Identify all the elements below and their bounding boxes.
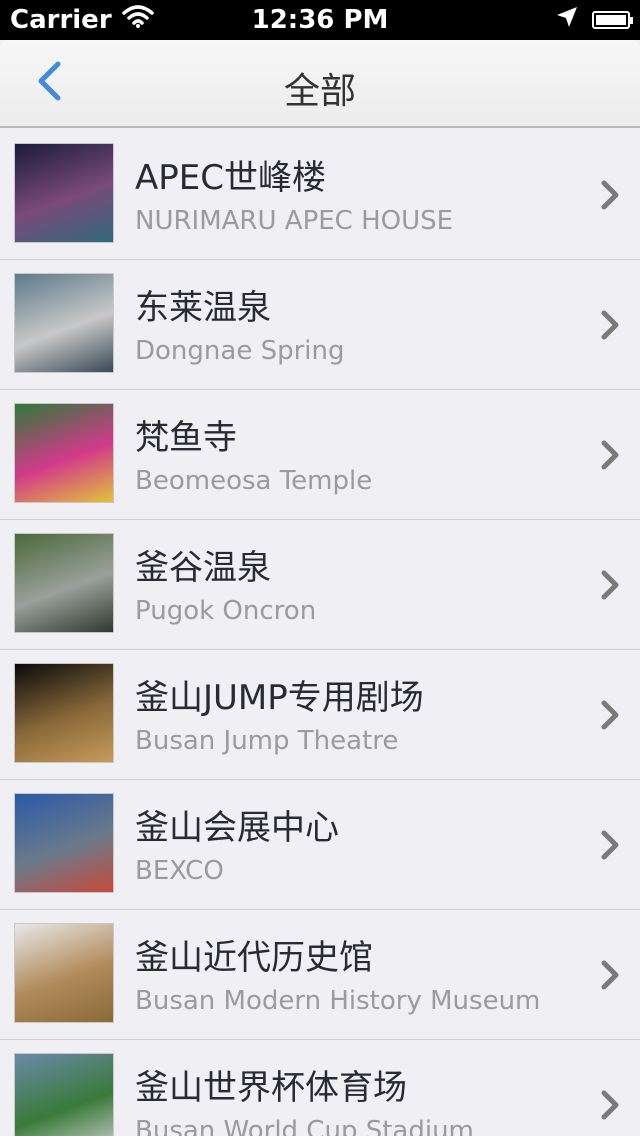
chevron-right-icon <box>596 178 624 212</box>
item-subtitle: BEXCO <box>135 856 224 886</box>
wifi-icon <box>121 4 154 36</box>
item-subtitle: Busan Jump Theatre <box>135 726 399 756</box>
battery-icon <box>592 11 633 29</box>
navigation-bar: 全部 <box>0 40 640 128</box>
item-subtitle: Pugok Oncron <box>135 596 317 626</box>
item-title: 釜山世界杯体育场 <box>135 1068 407 1108</box>
status-right <box>556 5 633 35</box>
item-title: 釜山JUMP专用剧场 <box>135 678 424 718</box>
chevron-right-icon <box>596 568 624 602</box>
item-subtitle: Busan Modern History Museum <box>135 986 541 1016</box>
thumbnail-image <box>14 143 114 243</box>
list-item[interactable]: 东莱温泉 Dongnae Spring <box>0 260 640 390</box>
list-item[interactable]: 梵鱼寺 Beomeosa Temple <box>0 390 640 520</box>
item-title: APEC世峰楼 <box>135 158 326 198</box>
list-item[interactable]: 釜山近代历史馆 Busan Modern History Museum <box>0 910 640 1040</box>
thumbnail-image <box>14 793 114 893</box>
thumbnail-image <box>14 533 114 633</box>
location-arrow-icon <box>556 5 578 35</box>
status-bar: Carrier 12:36 PM <box>0 0 640 40</box>
thumbnail-image <box>14 923 114 1023</box>
attraction-list: APEC世峰楼 NURIMARU APEC HOUSE 东莱温泉 Dongnae Sp… <box>0 130 640 1136</box>
list-item[interactable]: 釜山JUMP专用剧场 Busan Jump Theatre <box>0 650 640 780</box>
item-subtitle: Dongnae Spring <box>135 336 345 366</box>
chevron-right-icon <box>596 438 624 472</box>
chevron-right-icon <box>596 1088 624 1122</box>
status-left: Carrier <box>10 4 154 36</box>
page-title: 全部 <box>283 71 356 112</box>
item-title: 釜谷温泉 <box>135 548 271 588</box>
thumbnail-image <box>14 273 114 373</box>
list-item[interactable]: 釜山世界杯体育场 Busan World Cup Stadium <box>0 1040 640 1136</box>
list-item[interactable]: 釜山会展中心 BEXCO <box>0 780 640 910</box>
item-subtitle: Beomeosa Temple <box>135 466 373 496</box>
chevron-right-icon <box>596 698 624 732</box>
thumbnail-image <box>14 663 114 763</box>
chevron-right-icon <box>596 828 624 862</box>
list-item[interactable]: 釜谷温泉 Pugok Oncron <box>0 520 640 650</box>
thumbnail-image <box>14 1053 114 1136</box>
list-item[interactable]: APEC世峰楼 NURIMARU APEC HOUSE <box>0 130 640 260</box>
item-title: 梵鱼寺 <box>135 418 237 458</box>
thumbnail-image <box>14 403 114 503</box>
chevron-right-icon <box>596 308 624 342</box>
chevron-right-icon <box>596 958 624 992</box>
item-subtitle: Busan World Cup Stadium <box>135 1116 474 1136</box>
item-title: 釜山会展中心 <box>135 808 339 848</box>
item-subtitle: NURIMARU APEC HOUSE <box>135 206 454 236</box>
item-title: 釜山近代历史馆 <box>135 938 373 978</box>
item-title: 东莱温泉 <box>135 288 271 328</box>
carrier-label: Carrier <box>10 5 112 35</box>
